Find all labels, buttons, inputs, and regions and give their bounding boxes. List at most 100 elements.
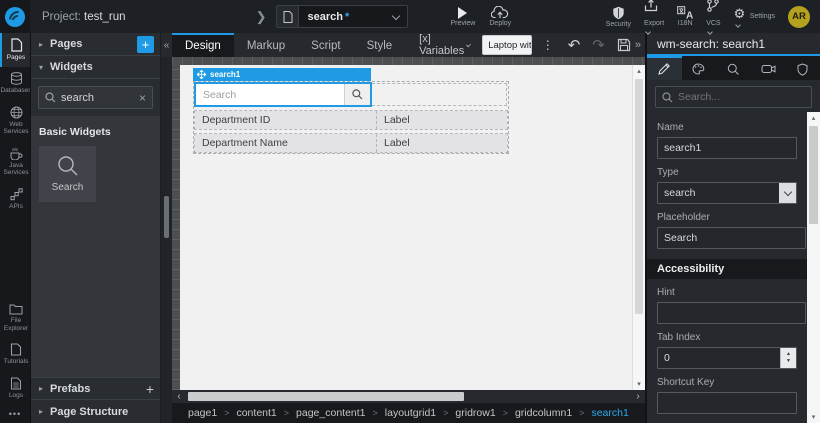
tab-script[interactable]: Script: [298, 33, 353, 57]
clear-search-icon[interactable]: ×: [139, 91, 146, 105]
canvas-horizontal-scrollbar[interactable]: ‹ ›: [172, 390, 645, 403]
add-page-button[interactable]: +: [137, 36, 154, 53]
tab-index-stepper[interactable]: ▲▼: [657, 347, 797, 369]
rail-more-button[interactable]: •••: [0, 409, 30, 423]
left-panel-scroll-thumb[interactable]: [164, 196, 169, 238]
breadcrumb-separator: >: [224, 408, 229, 418]
tab-device[interactable]: [751, 56, 786, 80]
scroll-down-arrow[interactable]: ▾: [812, 411, 816, 423]
collapse-left-panel-button[interactable]: «: [161, 33, 172, 57]
pages-section-row[interactable]: ▸ Pages +: [31, 33, 160, 56]
type-select[interactable]: search: [657, 182, 797, 204]
security-button[interactable]: Security: [606, 6, 631, 28]
scroll-left-arrow[interactable]: ‹: [172, 391, 186, 402]
table-row[interactable]: Department ID Label: [194, 110, 508, 130]
user-avatar[interactable]: AR: [788, 6, 810, 28]
properties-scrollbar[interactable]: ▴ ▾: [807, 112, 820, 423]
properties-search-input[interactable]: [678, 91, 805, 103]
sidebar-item-file-explorer[interactable]: File Explorer: [0, 298, 30, 338]
sidebar-item-java-services[interactable]: Java Services: [0, 142, 30, 183]
breadcrumb-gridcolumn1[interactable]: gridcolumn1: [515, 407, 572, 419]
camera-icon: [761, 64, 776, 74]
widget-selection-tag[interactable]: search1: [193, 68, 371, 81]
design-canvas[interactable]: search1 Search: [180, 65, 632, 390]
tab-styles[interactable]: [682, 56, 717, 80]
scroll-down-arrow[interactable]: ▾: [637, 378, 641, 390]
canvas-more-menu[interactable]: ⋮: [542, 43, 554, 47]
name-field[interactable]: [657, 137, 797, 159]
vcs-button[interactable]: VCS: [706, 0, 720, 35]
sidebar-item-tutorials[interactable]: Tutorials: [0, 338, 30, 371]
breadcrumb-content1[interactable]: content1: [236, 407, 276, 419]
sidebar-item-apis[interactable]: APIs: [0, 183, 30, 216]
breadcrumb-search1[interactable]: search1: [591, 407, 628, 419]
shortcut-key-field[interactable]: [657, 392, 797, 414]
sidebar-item-logs[interactable]: Logs: [0, 372, 30, 405]
gridcolumn[interactable]: Search Dep: [193, 81, 509, 154]
i18n-button[interactable]: A I18N: [677, 6, 693, 27]
device-select[interactable]: Laptop with MDPI Screen: [482, 35, 532, 55]
scroll-up-arrow[interactable]: ▴: [637, 65, 641, 77]
scroll-up-arrow[interactable]: ▴: [812, 112, 816, 124]
save-button[interactable]: [617, 38, 631, 52]
export-button[interactable]: Export: [644, 0, 664, 35]
row-value-label[interactable]: Label: [377, 134, 507, 152]
variables-dropdown[interactable]: [x] Variables: [419, 33, 472, 57]
widget-results: Basic Widgets Search: [31, 116, 160, 377]
tab-index-field[interactable]: [658, 348, 780, 368]
row-field-label[interactable]: Department ID: [195, 111, 377, 129]
canvas-search-widget[interactable]: Search: [194, 82, 372, 107]
sidebar-item-databases[interactable]: Databases: [0, 67, 30, 100]
properties-fields: Name Type search Placeholder Accessibili…: [647, 112, 807, 423]
security-shield-icon: [612, 6, 625, 20]
sidebar-item-web-services[interactable]: Web Services: [0, 101, 30, 142]
widget-search-box[interactable]: ×: [38, 86, 153, 109]
row-field-label[interactable]: Department Name: [195, 134, 377, 152]
tab-security[interactable]: [785, 56, 820, 80]
breadcrumb-gridrow1[interactable]: gridrow1: [455, 407, 495, 419]
type-label: Type: [657, 167, 797, 178]
expand-right-panel-button[interactable]: »: [631, 39, 645, 51]
properties-panel-title: wm-search: search1: [647, 33, 820, 56]
hint-field[interactable]: [657, 302, 806, 324]
placeholder-field[interactable]: [657, 227, 806, 249]
tab-markup[interactable]: Markup: [234, 33, 298, 57]
page-structure-section-row[interactable]: ▸ Page Structure: [31, 400, 160, 423]
wavemaker-logo[interactable]: [0, 0, 30, 33]
search1-widget[interactable]: search1 Search: [193, 68, 509, 154]
search-widget-tile[interactable]: Search: [39, 146, 96, 202]
empty-grid-cell[interactable]: [372, 83, 507, 106]
security-label: Security: [606, 21, 631, 28]
settings-button[interactable]: ⚙ Settings: [734, 5, 775, 28]
sidebar-item-pages[interactable]: Pages: [0, 33, 30, 67]
deploy-button[interactable]: Deploy: [489, 6, 511, 27]
left-panel-scrollbar[interactable]: [161, 57, 172, 423]
widgets-section-row[interactable]: ▾ Widgets: [31, 56, 160, 79]
canvas-vertical-scrollbar[interactable]: ▴ ▾: [632, 65, 645, 390]
canvas-vscroll-thumb[interactable]: [635, 79, 643, 314]
tab-properties[interactable]: [647, 56, 682, 80]
scroll-right-arrow[interactable]: ›: [631, 391, 645, 402]
device-select-value: Laptop with MDPI Screen: [483, 40, 532, 51]
stepper-arrows[interactable]: ▲▼: [780, 348, 796, 368]
breadcrumb-page-content1[interactable]: page_content1: [296, 407, 365, 419]
canvas-toolbar: Design Markup Script Style [x] Variables…: [172, 33, 645, 57]
widget-search-input[interactable]: [61, 92, 134, 104]
canvas-search-button[interactable]: [344, 84, 370, 105]
page-selector[interactable]: search*: [276, 5, 408, 28]
tab-design[interactable]: Design: [172, 33, 234, 57]
add-prefab-button[interactable]: +: [146, 381, 154, 397]
search-widget-icon: [57, 155, 79, 177]
breadcrumb-layoutgrid1[interactable]: layoutgrid1: [385, 407, 436, 419]
properties-scroll-thumb[interactable]: [809, 126, 818, 224]
table-row[interactable]: Department Name Label: [194, 133, 508, 153]
properties-search-box[interactable]: [655, 86, 812, 108]
breadcrumb-page1[interactable]: page1: [188, 407, 217, 419]
prefabs-section-row[interactable]: ▸ Prefabs +: [31, 377, 160, 400]
tab-search-advanced[interactable]: [716, 56, 751, 80]
tab-style[interactable]: Style: [354, 33, 406, 57]
canvas-hscroll-thumb[interactable]: [188, 392, 464, 401]
row-value-label[interactable]: Label: [377, 111, 507, 129]
undo-button[interactable]: ↶: [568, 36, 581, 54]
preview-button[interactable]: Preview: [450, 6, 475, 27]
